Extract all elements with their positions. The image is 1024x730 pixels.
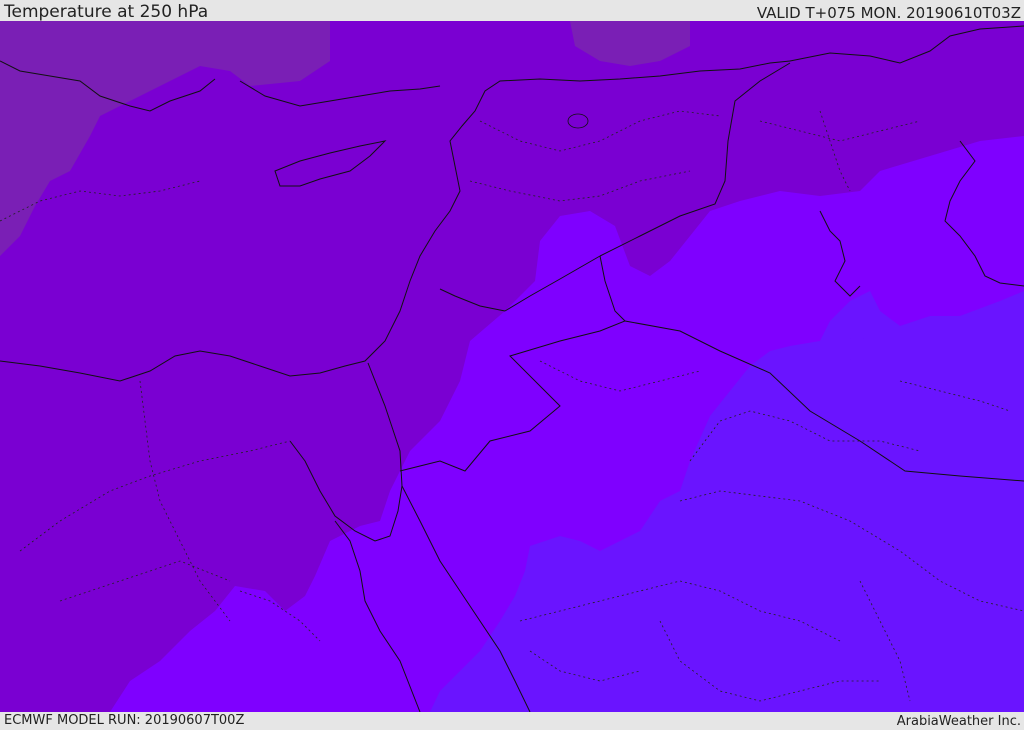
- credit-label: ArabiaWeather Inc.: [896, 714, 1021, 729]
- lake-patch-north: [567, 113, 589, 129]
- map-canvas[interactable]: [0, 21, 1024, 712]
- model-run: ECMWF MODEL RUN: 20190607T00Z: [4, 713, 245, 728]
- map-title: Temperature at 250 hPa: [4, 2, 209, 22]
- lake-patch: [843, 337, 871, 361]
- map-footer: ECMWF MODEL RUN: 20190607T00Z ArabiaWeat…: [0, 712, 1024, 729]
- temperature-map: [0, 21, 1024, 712]
- valid-time: VALID T+075 MON. 20190610T03Z: [756, 4, 1021, 22]
- map-header: Temperature at 250 hPa VALID T+075 MON. …: [0, 0, 1024, 21]
